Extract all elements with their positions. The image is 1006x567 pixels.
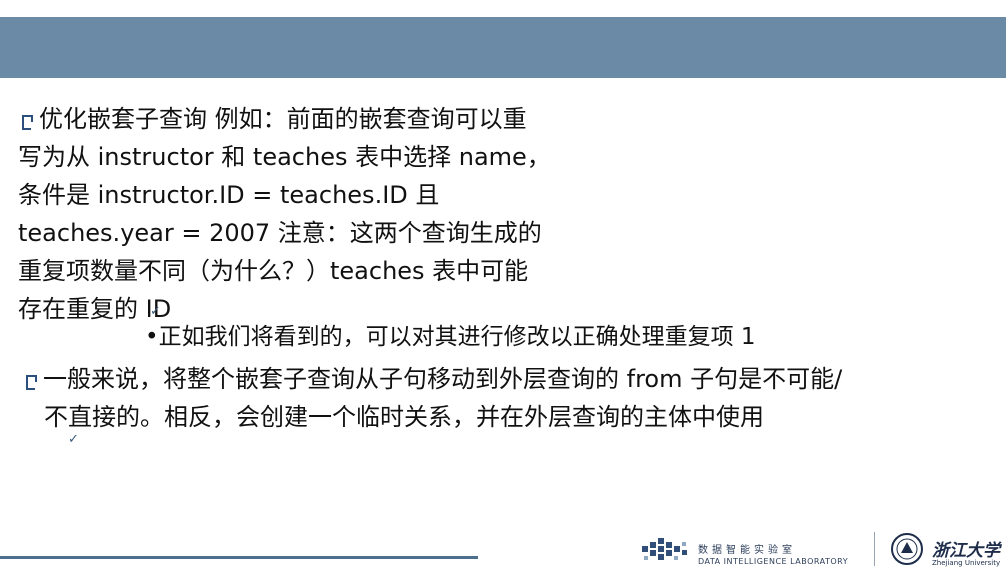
paragraph-line: 一般来说，将整个嵌套子查询从子句移动到外层查询的 from 子句是不可能/ <box>22 360 982 398</box>
sub-bullet-duplicates: •正如我们将看到的，可以对其进行修改以正确处理重复项 1 <box>145 324 756 350</box>
paragraph-line: teaches.year = 2007 注意：这两个查询生成的 <box>18 219 542 247</box>
paragraph-line: 重复项数量不同（为什么？）teaches 表中可能 <box>18 257 529 285</box>
header-bar <box>0 17 1006 78</box>
paragraph-general-case: 一般来说，将整个嵌套子查询从子句移动到外层查询的 from 子句是不可能/ 不直… <box>22 360 982 436</box>
bullet-square-icon <box>26 375 37 390</box>
check-icon: ✓ <box>150 304 161 319</box>
bullet-square-icon <box>22 115 33 130</box>
paragraph-optimize-nested-subquery: 优化嵌套子查询 例如：前面的嵌套查询可以重 写为从 instructor 和 t… <box>18 100 618 328</box>
paragraph-line: 条件是 instructor.ID = teaches.ID 且 <box>18 181 440 209</box>
paragraph-line: 不直接的。相反，会创建一个临时关系，并在外层查询的主体中使用 <box>44 403 764 431</box>
footer-logo: 数据智能实验室 DATA INTELLIGENCE LABORATORY 浙江大… <box>636 530 1006 567</box>
footer-divider <box>874 532 875 566</box>
university-seal-icon <box>891 533 923 565</box>
lab-logo-icon <box>642 538 687 560</box>
university-name-cn: 浙江大学 <box>932 541 1000 561</box>
footer-line <box>0 556 478 559</box>
lab-name-en: DATA INTELLIGENCE LABORATORY <box>698 557 849 566</box>
paragraph-line: 写为从 instructor 和 teaches 表中选择 name， <box>18 143 551 171</box>
lab-name-cn: 数据智能实验室 <box>698 545 796 556</box>
paragraph-line: 优化嵌套子查询 例如：前面的嵌套查询可以重 <box>18 100 618 138</box>
check-icon: ✓ <box>68 432 79 447</box>
